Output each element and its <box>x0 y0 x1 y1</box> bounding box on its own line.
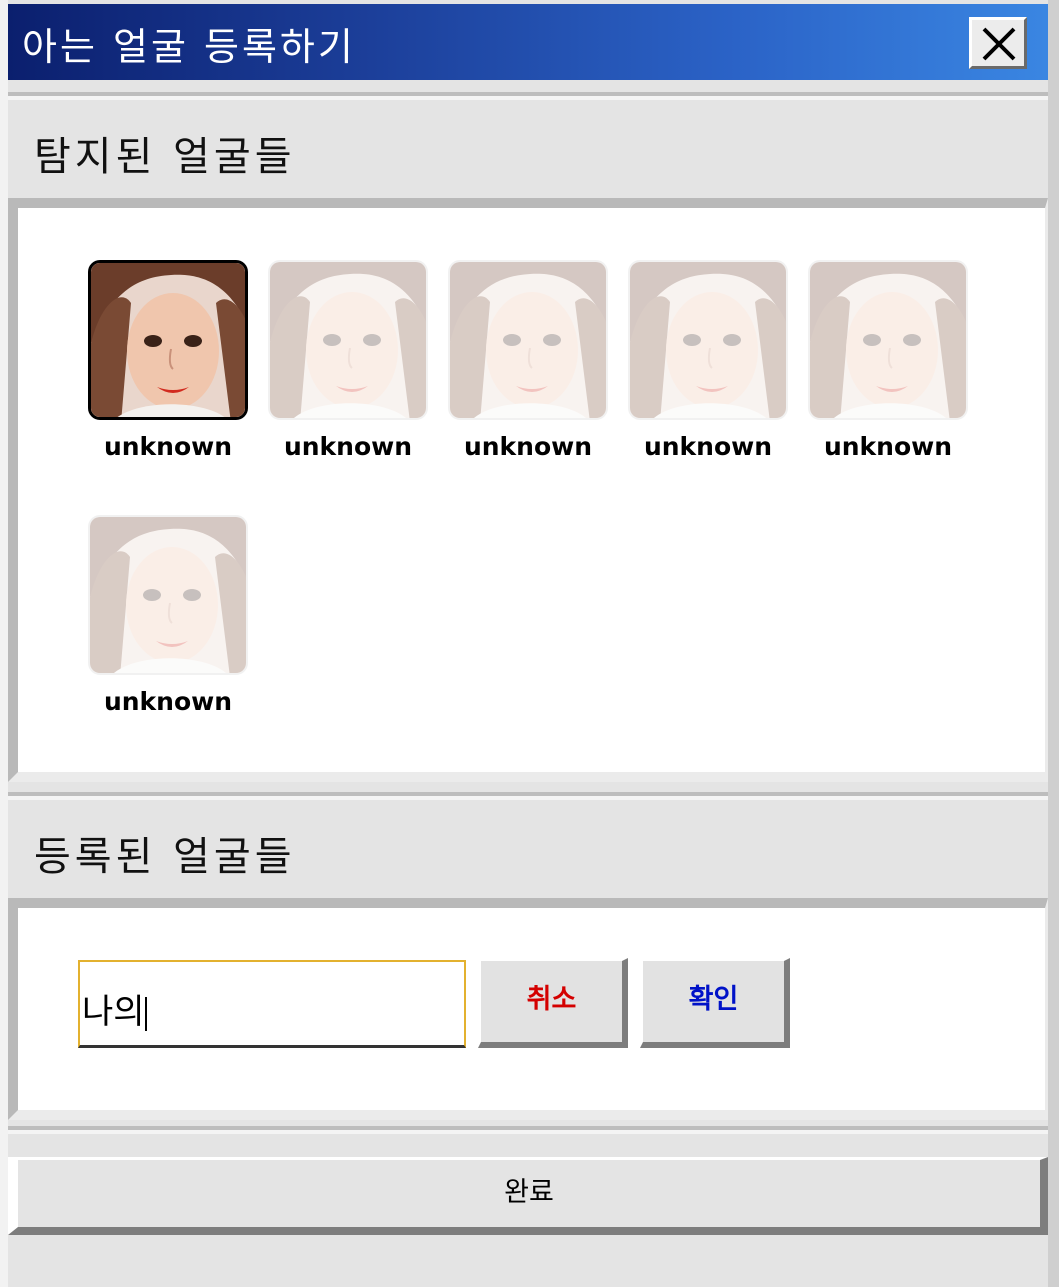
face-photo[interactable] <box>808 260 968 420</box>
window-right-edge <box>1048 0 1059 1287</box>
close-button[interactable] <box>969 17 1027 69</box>
window-title: 아는 얼굴 등록하기 <box>22 25 356 69</box>
separator <box>8 1130 1048 1134</box>
register-known-faces-dialog: 아는 얼굴 등록하기 탐지된 얼굴들 unknown unknown unknown… <box>0 0 1059 1287</box>
face-thumbnail-item[interactable]: unknown <box>88 260 248 461</box>
detected-faces-title: 탐지된 얼굴들 <box>34 134 296 180</box>
face-thumbnail-item[interactable]: unknown <box>88 515 248 716</box>
face-thumbnail-item[interactable]: unknown <box>268 260 428 461</box>
face-label: unknown <box>103 687 233 716</box>
separator <box>8 96 1048 100</box>
window-left-edge <box>0 0 8 1287</box>
face-thumbnail-item[interactable]: unknown <box>448 260 608 461</box>
cancel-button[interactable]: 취소 <box>478 958 628 1048</box>
text-caret <box>144 996 147 1031</box>
detected-faces-panel: unknown unknown unknown unknown unknown unkno… <box>8 198 1048 782</box>
face-photo[interactable] <box>268 260 428 420</box>
title-bar: 아는 얼굴 등록하기 <box>8 4 1048 80</box>
face-photo[interactable] <box>628 260 788 420</box>
registered-faces-header: 등록된 얼굴들 <box>8 804 1048 896</box>
confirm-button[interactable]: 확인 <box>640 958 790 1048</box>
face-photo[interactable] <box>88 260 248 420</box>
detected-faces-header: 탐지된 얼굴들 <box>8 104 1048 196</box>
close-icon <box>982 27 1016 61</box>
face-thumbnail-item[interactable]: unknown <box>808 260 968 461</box>
face-name-input[interactable]: 나의 <box>78 960 466 1048</box>
face-label: unknown <box>463 432 593 461</box>
face-name-input-text: 나의 <box>82 992 145 1032</box>
separator <box>8 796 1048 800</box>
done-button[interactable]: 완료 <box>8 1157 1048 1235</box>
face-label: unknown <box>103 432 233 461</box>
face-label: unknown <box>643 432 773 461</box>
face-photo[interactable] <box>88 515 248 675</box>
face-label: unknown <box>283 432 413 461</box>
face-label: unknown <box>823 432 953 461</box>
registered-faces-panel: 나의 취소 확인 <box>8 898 1048 1120</box>
face-photo[interactable] <box>448 260 608 420</box>
face-thumbnail-item[interactable]: unknown <box>628 260 788 461</box>
registered-faces-title: 등록된 얼굴들 <box>34 834 296 880</box>
